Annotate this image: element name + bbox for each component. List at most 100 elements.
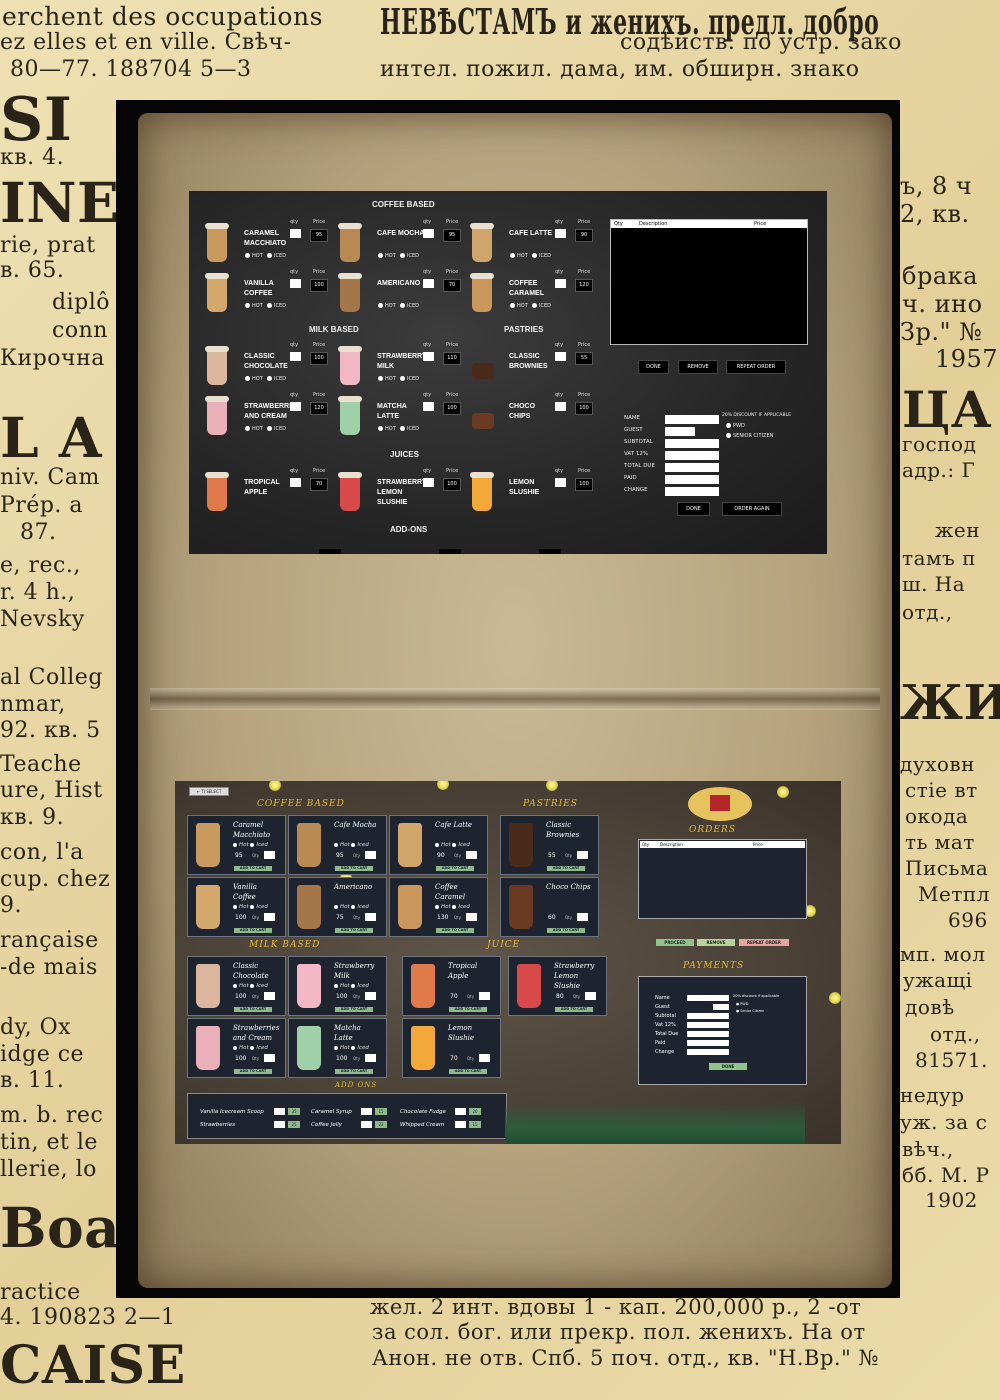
done-button[interactable]: DONE — [638, 360, 669, 374]
addon-field[interactable] — [439, 549, 461, 554]
change-field[interactable] — [687, 1049, 729, 1055]
qty-input[interactable] — [555, 279, 566, 288]
qty-input[interactable] — [555, 478, 566, 487]
remove-button[interactable]: REMOVE — [697, 939, 735, 946]
qty-input[interactable] — [290, 402, 301, 411]
qty-input[interactable] — [264, 992, 275, 1000]
total-due-field[interactable] — [665, 463, 719, 472]
qty-input[interactable] — [365, 1054, 376, 1062]
qty-input[interactable] — [577, 851, 588, 859]
hot-radio[interactable]: HOT — [245, 303, 263, 309]
iced-radio[interactable]: ICED — [400, 253, 419, 259]
qty-input[interactable] — [264, 913, 275, 921]
temp-options[interactable]: Hot Iced — [334, 1045, 369, 1051]
pwd-radio[interactable]: PWD — [726, 423, 745, 429]
addon-qty-input[interactable] — [274, 1121, 285, 1128]
addon-qty-input[interactable] — [361, 1108, 372, 1115]
payment-done-button[interactable]: DONE — [709, 1063, 747, 1070]
iced-radio[interactable]: ICED — [400, 303, 419, 309]
temp-options[interactable]: Hot Iced — [233, 904, 268, 910]
guest-field[interactable] — [665, 427, 695, 436]
temp-options[interactable]: Hot Iced — [435, 842, 470, 848]
subtotal-field[interactable] — [665, 439, 719, 448]
add-to-cart-button[interactable]: ADD TO CART — [547, 928, 585, 933]
hot-radio[interactable]: HOT — [378, 376, 396, 382]
qty-input[interactable] — [423, 352, 434, 361]
hot-radio[interactable]: HOT — [510, 303, 528, 309]
add-to-cart-button[interactable]: ADD TO CART — [335, 928, 373, 933]
addon-qty-input[interactable] — [274, 1108, 285, 1115]
name-field[interactable] — [665, 415, 719, 424]
qty-input[interactable] — [423, 229, 434, 238]
vat-field[interactable] — [665, 451, 719, 460]
hot-radio[interactable]: HOT — [378, 426, 396, 432]
add-to-cart-button[interactable]: ADD TO CART — [555, 1007, 593, 1012]
iced-radio[interactable]: ICED — [400, 426, 419, 432]
qty-input[interactable] — [555, 229, 566, 238]
temp-options[interactable]: Hot Iced — [233, 1045, 268, 1051]
iced-radio[interactable]: ICED — [267, 376, 286, 382]
hot-radio[interactable]: HOT — [245, 253, 263, 259]
order-again-button[interactable]: ORDER AGAIN — [722, 502, 782, 516]
qty-input[interactable] — [479, 992, 490, 1000]
vat-field[interactable] — [687, 1022, 729, 1028]
qty-input[interactable] — [555, 402, 566, 411]
iced-radio[interactable]: ICED — [400, 376, 419, 382]
add-to-cart-button[interactable]: ADD TO CART — [547, 866, 585, 871]
senior-radio[interactable]: SENIOR CITIZEN — [726, 433, 773, 439]
hot-radio[interactable]: HOT — [245, 426, 263, 432]
add-to-cart-button[interactable]: ADD TO CART — [335, 1069, 373, 1074]
add-to-cart-button[interactable]: ADD TO CART — [234, 928, 272, 933]
name-field[interactable] — [687, 995, 729, 1001]
change-field[interactable] — [665, 487, 719, 496]
qty-input[interactable] — [365, 992, 376, 1000]
qty-input[interactable] — [555, 352, 566, 361]
qty-input[interactable] — [365, 913, 376, 921]
qty-input[interactable] — [577, 913, 588, 921]
pwd-radio[interactable]: ● PWD — [736, 1002, 748, 1006]
hot-radio[interactable]: HOT — [378, 253, 396, 259]
add-to-cart-button[interactable]: ADD TO CART — [449, 1007, 487, 1012]
qty-input[interactable] — [423, 279, 434, 288]
qty-input[interactable] — [466, 851, 477, 859]
qty-input[interactable] — [479, 1054, 490, 1062]
iced-radio[interactable]: ICED — [267, 303, 286, 309]
hot-radio[interactable]: HOT — [378, 303, 396, 309]
add-to-cart-button[interactable]: ADD TO CART — [335, 1007, 373, 1012]
qty-input[interactable] — [290, 279, 301, 288]
paid-field[interactable] — [665, 475, 719, 484]
add-to-cart-button[interactable]: ADD TO CART — [234, 866, 272, 871]
addon-qty-input[interactable] — [455, 1108, 466, 1115]
qty-input[interactable] — [290, 478, 301, 487]
qty-input[interactable] — [423, 478, 434, 487]
total-due-field[interactable] — [687, 1031, 729, 1037]
qty-input[interactable] — [365, 851, 376, 859]
add-to-cart-button[interactable]: ADD TO CART — [234, 1007, 272, 1012]
repeat-order-button[interactable]: REPEAT ORDER — [726, 360, 786, 374]
qty-input[interactable] — [466, 913, 477, 921]
qty-input[interactable] — [264, 851, 275, 859]
subtotal-field[interactable] — [687, 1013, 729, 1019]
qty-input[interactable] — [423, 402, 434, 411]
add-to-cart-button[interactable]: ADD TO CART — [436, 866, 474, 871]
temp-options[interactable]: Hot Iced — [334, 904, 369, 910]
temp-options[interactable]: Hot Iced — [334, 983, 369, 989]
temp-options[interactable]: Hot Iced — [334, 842, 369, 848]
orders-table[interactable]: Qty Description Price — [638, 839, 807, 919]
proceed-button[interactable]: PROCEED — [656, 939, 694, 946]
payment-done-button[interactable]: DONE — [677, 502, 710, 516]
add-to-cart-button[interactable]: ADD TO CART — [436, 928, 474, 933]
hot-radio[interactable]: HOT — [245, 376, 263, 382]
qty-input[interactable] — [290, 229, 301, 238]
addon-qty-input[interactable] — [455, 1121, 466, 1128]
remove-button[interactable]: REMOVE — [678, 360, 718, 374]
iced-radio[interactable]: ICED — [267, 253, 286, 259]
qty-input[interactable] — [585, 992, 596, 1000]
guest-field[interactable] — [713, 1004, 729, 1010]
addon-qty-input[interactable] — [361, 1121, 372, 1128]
qty-input[interactable] — [290, 352, 301, 361]
paid-field[interactable] — [687, 1040, 729, 1046]
addon-field[interactable] — [319, 549, 341, 554]
qty-input[interactable] — [264, 1054, 275, 1062]
addon-field[interactable] — [539, 549, 561, 554]
